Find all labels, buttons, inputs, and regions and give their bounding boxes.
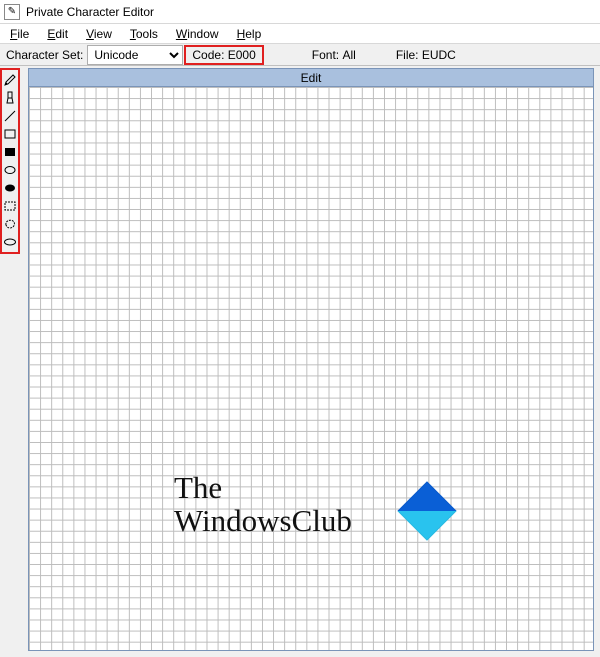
charset-select[interactable]: Unicode bbox=[87, 45, 183, 65]
edit-grid[interactable] bbox=[28, 86, 594, 651]
pencil-icon bbox=[3, 73, 17, 87]
menu-edit[interactable]: Edit bbox=[39, 26, 76, 42]
menu-tools[interactable]: Tools bbox=[122, 26, 166, 42]
tool-rect-select[interactable] bbox=[2, 197, 18, 215]
tool-ellipse-outline[interactable] bbox=[2, 161, 18, 179]
canvas-title: Edit bbox=[28, 68, 594, 86]
code-segment: Code: E000 bbox=[184, 45, 263, 65]
tool-ellipse-filled[interactable] bbox=[2, 179, 18, 197]
toolbox-container bbox=[0, 66, 22, 657]
title-bar: ✎ Private Character Editor bbox=[0, 0, 600, 24]
file-label: File: bbox=[396, 48, 419, 62]
tool-rect-outline[interactable] bbox=[2, 125, 18, 143]
tool-rect-filled[interactable] bbox=[2, 143, 18, 161]
tool-brush[interactable] bbox=[2, 89, 18, 107]
line-icon bbox=[3, 109, 17, 123]
rect-outline-icon bbox=[3, 127, 17, 141]
toolbox bbox=[0, 68, 20, 254]
menu-window[interactable]: Window bbox=[168, 26, 227, 42]
ellipse-outline-icon bbox=[3, 163, 17, 177]
tool-eraser[interactable] bbox=[2, 233, 18, 251]
code-value: E000 bbox=[228, 48, 256, 62]
app-icon: ✎ bbox=[4, 4, 20, 20]
menu-file[interactable]: File bbox=[2, 26, 37, 42]
work-area: Edit bbox=[0, 66, 600, 657]
app-title: Private Character Editor bbox=[26, 5, 154, 19]
tool-free-select[interactable] bbox=[2, 215, 18, 233]
menu-help[interactable]: Help bbox=[229, 26, 270, 42]
file-value: EUDC bbox=[422, 48, 456, 62]
eraser-icon bbox=[3, 235, 17, 249]
menu-bar: File Edit View Tools Window Help bbox=[0, 24, 600, 44]
tool-pencil[interactable] bbox=[2, 71, 18, 89]
free-select-icon bbox=[3, 217, 17, 231]
charset-label: Character Set: bbox=[0, 48, 87, 62]
ellipse-filled-icon bbox=[3, 181, 17, 195]
rect-filled-icon bbox=[3, 145, 17, 159]
font-label: Font: bbox=[312, 48, 339, 62]
info-bar: Character Set: Unicode Code: E000 Font: … bbox=[0, 44, 600, 66]
code-label: Code: bbox=[192, 48, 224, 62]
rect-select-icon bbox=[3, 199, 17, 213]
brush-icon bbox=[3, 91, 17, 105]
font-value: All bbox=[342, 48, 355, 62]
menu-view[interactable]: View bbox=[78, 26, 120, 42]
canvas-area: Edit bbox=[22, 66, 600, 657]
tool-line[interactable] bbox=[2, 107, 18, 125]
